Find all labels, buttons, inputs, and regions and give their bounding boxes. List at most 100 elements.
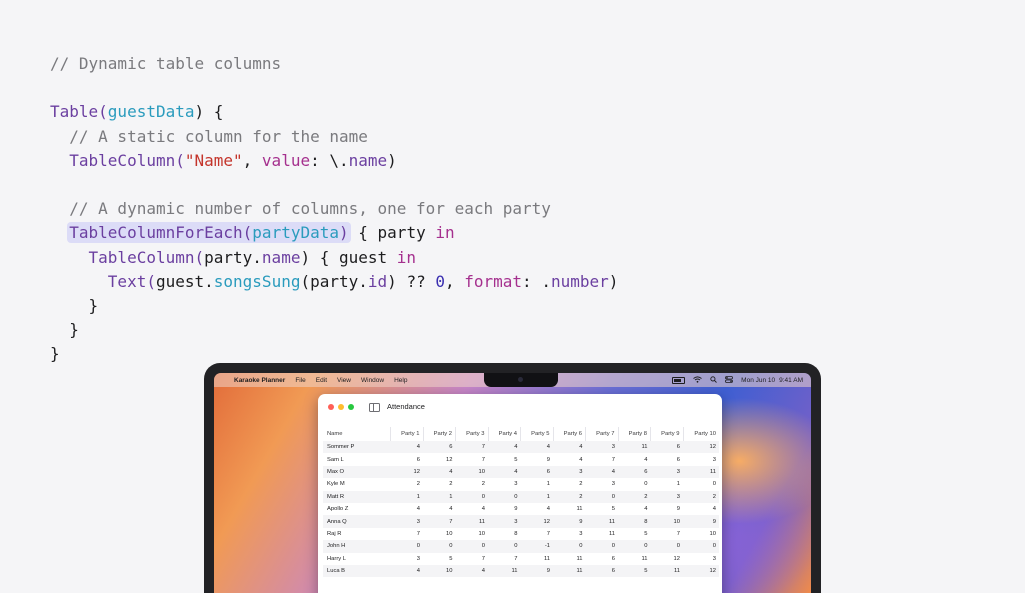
songs-sung-cell: 11 [455,515,488,528]
code-token: party. [204,247,262,267]
menu-help[interactable]: Help [394,377,407,384]
battery-icon[interactable] [672,376,686,384]
zoom-button[interactable] [348,404,354,410]
songs-sung-cell: 6 [520,465,553,479]
songs-sung-cell: 1 [390,490,423,503]
songs-sung-cell: 8 [618,515,651,528]
table-row[interactable]: Max O 12 4 10 4 6 3 4 6 3 11 [323,465,719,479]
minimize-button[interactable] [338,404,344,410]
songs-sung-cell: 3 [650,490,683,503]
column-header[interactable]: Party 1 [390,427,423,441]
songs-sung-cell: 7 [676,530,680,537]
table-row[interactable]: Sam L 6 12 7 5 9 4 7 4 6 3 [323,453,719,465]
code-line: } [50,318,618,342]
menu-time[interactable]: 9:41 AM [779,377,803,384]
table-row[interactable]: Harry L 3 5 7 7 11 11 6 11 12 3 [323,553,719,565]
wifi-icon[interactable] [693,375,702,385]
code-token: (party. [300,271,368,291]
column-header[interactable]: Party 9 [650,427,683,441]
table-row[interactable]: John H 0 0 0 0 -1 0 0 0 0 0 [323,540,719,553]
search-icon[interactable] [710,375,717,385]
songs-sung-cell: 9 [553,515,586,528]
column-header[interactable]: Party 5 [520,427,553,441]
table-row[interactable]: Sommer P 4 6 7 4 4 4 3 11 6 12 [323,441,719,454]
songs-sung-cell: 4 [546,506,550,513]
column-header[interactable]: Party 10 [682,427,719,441]
code-token: TableColumnForEach( [69,223,253,243]
songs-sung-cell: 4 [390,564,423,578]
code-line: // A static column for the name [50,125,618,149]
songs-sung-cell: 3 [390,515,423,528]
code-token: id [367,271,388,291]
songs-sung-cell: 5 [618,564,651,578]
songs-sung-cell: 4 [585,465,618,479]
songs-sung-cell: 9 [546,456,550,463]
songs-sung-cell: 3 [488,515,521,528]
songs-sung-cell: 6 [676,456,680,463]
songs-sung-cell: 11 [553,564,586,578]
songs-sung-cell: 4 [423,465,456,479]
column-header[interactable]: Party 6 [552,427,586,441]
songs-sung-cell: 6 [585,564,618,578]
menu-view[interactable]: View [337,377,351,384]
code-token: Text( [107,271,156,291]
songs-sung-cell: 12 [390,465,423,479]
guest-name-cell: Matt R [323,490,391,503]
code-comment: // A dynamic number of columns, one for … [50,199,551,219]
window-title: Attendance [387,402,425,411]
column-header[interactable]: Name [323,427,391,441]
column-header[interactable]: Party 4 [487,427,521,441]
songs-sung-cell: 7 [423,515,456,528]
close-button[interactable] [328,404,334,410]
songs-sung-cell: 11 [488,564,521,578]
code-token: Table( [50,102,108,122]
camera-notch [484,373,558,387]
table-header-row: Name Party 1 Party 2 Party 3 Party 4 Party 5P… [323,427,719,441]
songs-sung-cell: 9 [683,515,719,528]
column-header[interactable]: Party 8 [617,427,651,441]
code-comment: // A static column for the name [50,126,368,146]
songs-sung-cell: 0 [488,490,521,503]
songs-sung-cell: 5 [611,506,615,513]
table-body: Sommer P 4 6 7 4 4 4 3 11 6 12 Sam L 6 12 7 5 9 4 7 4 6 3 Max … [323,441,719,578]
menu-edit[interactable]: Edit [316,377,327,384]
menu-window[interactable]: Window [361,377,384,384]
table-row[interactable]: Kyle M 2 2 2 3 1 2 3 0 1 0 [323,478,719,490]
column-header[interactable]: Party 2 [422,427,456,441]
songs-sung-cell: 11 [543,555,550,562]
songs-sung-cell: 0 [455,490,488,503]
songs-sung-cell: 2 [416,481,420,488]
songs-sung-cell: 10 [446,530,453,537]
songs-sung-cell: 4 [579,456,583,463]
menu-bar-status: Mon Jun 10 9:41 AM [664,373,803,387]
control-center-icon[interactable] [725,375,734,385]
sidebar-toggle-icon[interactable] [369,403,380,412]
code-token: guest. [155,271,214,291]
code-line: TableColumn("Name", value: \.name) [50,149,618,173]
songs-sung-cell: 10 [455,465,488,479]
table-row[interactable]: Luca B 4 10 4 11 9 11 6 5 11 12 [323,564,719,578]
songs-sung-cell: 6 [423,441,456,454]
column-header[interactable]: Party 3 [455,427,488,441]
songs-sung-cell: 0 [618,540,651,553]
table-row[interactable]: Matt R1100120232 [323,490,719,503]
songs-sung-cell: 3 [553,465,586,479]
menu-date[interactable]: Mon Jun 10 [741,377,775,384]
songs-sung-cell: 12 [683,564,719,578]
code-snippet: // Dynamic table columns Table(guestData… [50,52,618,366]
code-token: TableColumn( [88,247,205,267]
songs-sung-cell: 0 [644,481,648,488]
table-row[interactable]: Raj R 7 10 10 8 7 3 11 5 7 10 [323,528,719,540]
column-header[interactable]: Party 7 [585,427,618,441]
code-line: // A dynamic number of columns, one for … [50,197,618,221]
songs-sung-cell: 6 [650,441,683,454]
desktop-screen: Karaoke Planner File Edit View Window He… [214,373,811,593]
menu-app-name[interactable]: Karaoke Planner [234,377,285,384]
table-row[interactable]: Anna Q 3 7 11 3 12 9 11 8 10 9 [323,515,719,528]
songs-sung-cell: 3 [416,555,420,562]
code-token: ) [339,223,349,243]
code-token: name [261,247,301,267]
menu-file[interactable]: File [295,377,305,384]
table-row[interactable]: Apollo Z 4 4 4 9 4 11 5 4 9 4 [323,503,719,515]
